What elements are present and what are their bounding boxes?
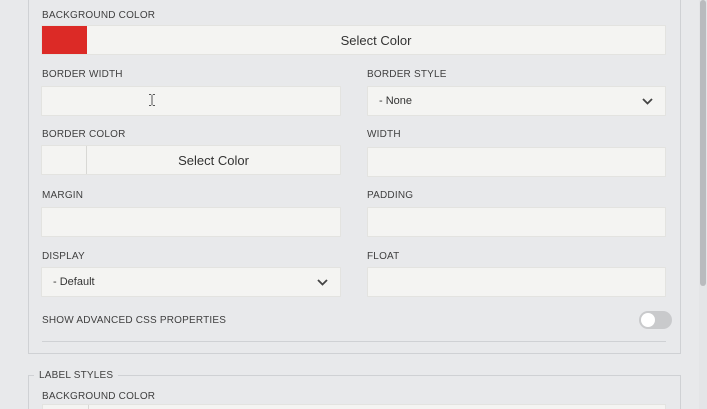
section-divider xyxy=(42,341,666,342)
border-style-select[interactable]: - None xyxy=(367,86,666,116)
float-input[interactable] xyxy=(367,267,666,297)
border-width-input[interactable] xyxy=(41,86,341,116)
margin-label: MARGIN xyxy=(42,190,84,201)
scrollbar[interactable] xyxy=(699,0,707,409)
label-styles-legend: LABEL STYLES xyxy=(34,370,119,381)
background-color-label: BACKGROUND COLOR xyxy=(42,10,156,21)
display-value: - Default xyxy=(53,276,95,288)
padding-label: PADDING xyxy=(367,190,414,201)
border-color-select-button[interactable]: Select Color xyxy=(87,146,340,174)
border-color-label: BORDER COLOR xyxy=(42,129,126,140)
width-input[interactable] xyxy=(367,147,666,177)
display-label: DISPLAY xyxy=(42,251,85,262)
label-background-color-label: BACKGROUND COLOR xyxy=(42,391,156,402)
border-color-picker[interactable]: Select Color xyxy=(41,145,341,175)
chevron-down-icon xyxy=(642,87,653,115)
border-style-value: - None xyxy=(379,95,413,107)
text-cursor-icon xyxy=(149,93,155,111)
background-color-swatch[interactable] xyxy=(42,26,87,54)
background-color-picker[interactable]: Select Color xyxy=(41,25,666,55)
margin-input[interactable] xyxy=(41,207,341,237)
label-background-color-picker[interactable] xyxy=(42,404,666,409)
width-label: WIDTH xyxy=(367,129,401,140)
display-select[interactable]: - Default xyxy=(41,267,341,297)
toggle-knob xyxy=(641,313,655,327)
scrollbar-thumb[interactable] xyxy=(700,0,706,286)
border-color-swatch[interactable] xyxy=(42,146,87,174)
border-style-label: BORDER STYLE xyxy=(367,69,447,80)
advanced-css-label: SHOW ADVANCED CSS PROPERTIES xyxy=(42,315,227,326)
advanced-css-toggle[interactable] xyxy=(639,311,672,329)
background-color-select-button[interactable]: Select Color xyxy=(87,26,665,54)
label-background-color-swatch-divider xyxy=(88,405,89,409)
border-width-label: BORDER WIDTH xyxy=(42,69,123,80)
padding-input[interactable] xyxy=(367,207,666,237)
chevron-down-icon xyxy=(317,268,328,296)
float-label: FLOAT xyxy=(367,251,400,262)
